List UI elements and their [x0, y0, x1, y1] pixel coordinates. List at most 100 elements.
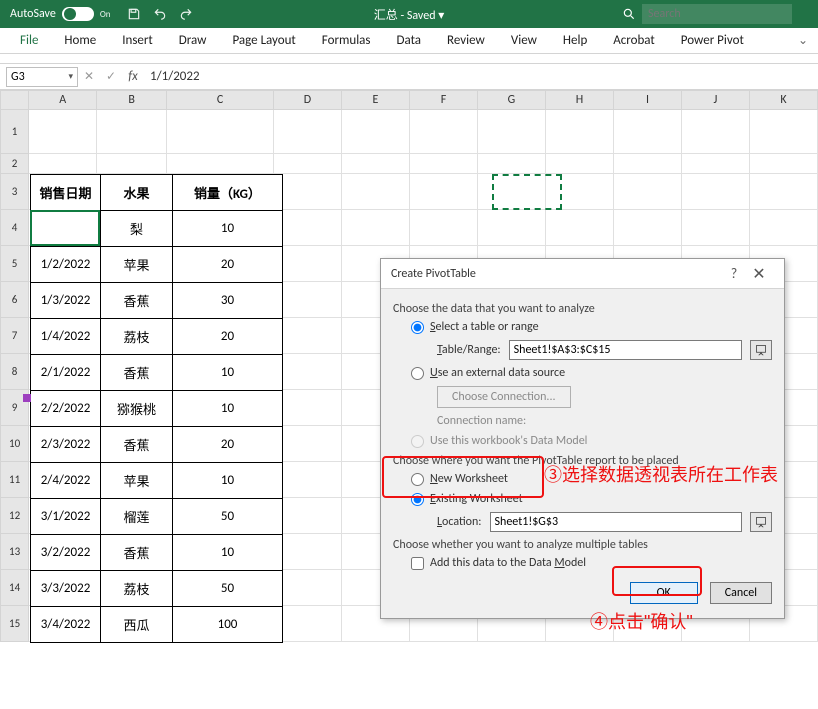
- search-input[interactable]: [642, 4, 792, 24]
- cell[interactable]: [614, 110, 682, 154]
- cell[interactable]: [167, 110, 274, 154]
- tab-power-pivot[interactable]: Power Pivot: [671, 30, 754, 51]
- table-cell[interactable]: 1/2/2022: [31, 247, 101, 283]
- table-cell[interactable]: 10: [173, 391, 283, 427]
- cell[interactable]: [274, 426, 342, 462]
- cell[interactable]: [97, 154, 167, 174]
- cell[interactable]: [29, 110, 97, 154]
- ok-button[interactable]: OK: [630, 582, 698, 604]
- cell[interactable]: [274, 606, 342, 642]
- cell[interactable]: [614, 154, 682, 174]
- table-cell[interactable]: 20: [173, 247, 283, 283]
- cell[interactable]: [546, 110, 614, 154]
- table-cell[interactable]: 3/1/2022: [31, 499, 101, 535]
- cell[interactable]: [478, 154, 546, 174]
- formula-input[interactable]: 1/1/2022: [144, 69, 200, 84]
- table-cell[interactable]: 荔枝: [101, 319, 173, 355]
- row-header[interactable]: 8: [0, 354, 29, 390]
- cell[interactable]: [274, 110, 342, 154]
- undo-icon[interactable]: [153, 7, 167, 21]
- row-header[interactable]: 2: [0, 154, 29, 174]
- autosave-toggle[interactable]: [62, 7, 94, 21]
- table-cell[interactable]: 3/2/2022: [31, 535, 101, 571]
- table-cell[interactable]: 3/4/2022: [31, 607, 101, 643]
- cell[interactable]: [410, 174, 478, 210]
- table-cell[interactable]: 2/2/2022: [31, 391, 101, 427]
- cell[interactable]: [342, 210, 410, 246]
- cell[interactable]: [478, 210, 546, 246]
- row-header[interactable]: 7: [0, 318, 29, 354]
- table-cell[interactable]: 3/3/2022: [31, 571, 101, 607]
- radio-select-table[interactable]: [411, 321, 424, 334]
- cell[interactable]: [410, 154, 478, 174]
- cell[interactable]: [750, 110, 818, 154]
- row-header[interactable]: 5: [0, 246, 29, 282]
- radio-existing-worksheet[interactable]: [411, 493, 424, 506]
- cell[interactable]: [342, 154, 410, 174]
- autosave-toggle-group[interactable]: AutoSave On: [10, 7, 111, 21]
- table-cell[interactable]: 1/3/2022: [31, 283, 101, 319]
- tab-page-layout[interactable]: Page Layout: [222, 30, 305, 51]
- cell[interactable]: [274, 354, 342, 390]
- cell[interactable]: [274, 282, 342, 318]
- table-cell[interactable]: 2/4/2022: [31, 463, 101, 499]
- cell[interactable]: [274, 534, 342, 570]
- cell[interactable]: [750, 174, 818, 210]
- comment-indicator-icon[interactable]: [23, 394, 31, 402]
- ribbon-collapse-icon[interactable]: ⌄: [798, 33, 808, 48]
- cancel-button[interactable]: Cancel: [710, 582, 772, 604]
- row-header[interactable]: 4: [0, 210, 29, 246]
- cell[interactable]: [750, 210, 818, 246]
- col-header[interactable]: J: [682, 90, 750, 110]
- cell[interactable]: [750, 154, 818, 174]
- table-cell[interactable]: 荔枝: [101, 571, 173, 607]
- cell[interactable]: [410, 110, 478, 154]
- cell[interactable]: [614, 174, 682, 210]
- tab-insert[interactable]: Insert: [112, 30, 163, 51]
- row-header[interactable]: 15: [0, 606, 29, 642]
- help-icon[interactable]: ?: [724, 265, 744, 282]
- cell[interactable]: [29, 154, 97, 174]
- cell[interactable]: [274, 390, 342, 426]
- row-header[interactable]: 10: [0, 426, 29, 462]
- col-header[interactable]: E: [342, 90, 410, 110]
- table-cell[interactable]: 苹果: [101, 463, 173, 499]
- cell[interactable]: [546, 210, 614, 246]
- tab-draw[interactable]: Draw: [169, 30, 217, 51]
- cell[interactable]: [274, 210, 342, 246]
- table-cell[interactable]: 西瓜: [101, 607, 173, 643]
- cell[interactable]: [410, 210, 478, 246]
- table-cell[interactable]: 榴莲: [101, 499, 173, 535]
- table-cell[interactable]: 2/1/2022: [31, 355, 101, 391]
- col-header[interactable]: C: [167, 90, 274, 110]
- table-cell[interactable]: 10: [173, 355, 283, 391]
- table-cell[interactable]: 30: [173, 283, 283, 319]
- table-cell[interactable]: 猕猴桃: [101, 391, 173, 427]
- table-cell[interactable]: 10: [173, 535, 283, 571]
- col-header[interactable]: I: [614, 90, 682, 110]
- cell[interactable]: [342, 174, 410, 210]
- table-cell[interactable]: 苹果: [101, 247, 173, 283]
- col-header[interactable]: D: [274, 90, 342, 110]
- document-title[interactable]: 汇总 - Saved ▾: [374, 6, 444, 23]
- col-header[interactable]: K: [750, 90, 818, 110]
- table-cell[interactable]: 香蕉: [101, 535, 173, 571]
- table-cell[interactable]: 100: [173, 607, 283, 643]
- formula-cancel-icon[interactable]: ✕: [78, 69, 100, 84]
- row-header[interactable]: 12: [0, 498, 29, 534]
- table-cell[interactable]: 香蕉: [101, 427, 173, 463]
- cell[interactable]: [274, 570, 342, 606]
- tab-acrobat[interactable]: Acrobat: [603, 30, 665, 51]
- search-box[interactable]: [622, 4, 792, 24]
- table-cell[interactable]: 20: [173, 427, 283, 463]
- collapse-range-icon[interactable]: [750, 512, 772, 532]
- save-icon[interactable]: [127, 7, 141, 21]
- cell[interactable]: [274, 174, 342, 210]
- tab-data[interactable]: Data: [387, 30, 432, 51]
- cell[interactable]: [478, 110, 546, 154]
- cell[interactable]: [682, 210, 750, 246]
- cell[interactable]: [97, 110, 167, 154]
- collapse-range-icon[interactable]: [750, 340, 772, 360]
- table-cell[interactable]: 2/3/2022: [31, 427, 101, 463]
- radio-new-worksheet[interactable]: [411, 473, 424, 486]
